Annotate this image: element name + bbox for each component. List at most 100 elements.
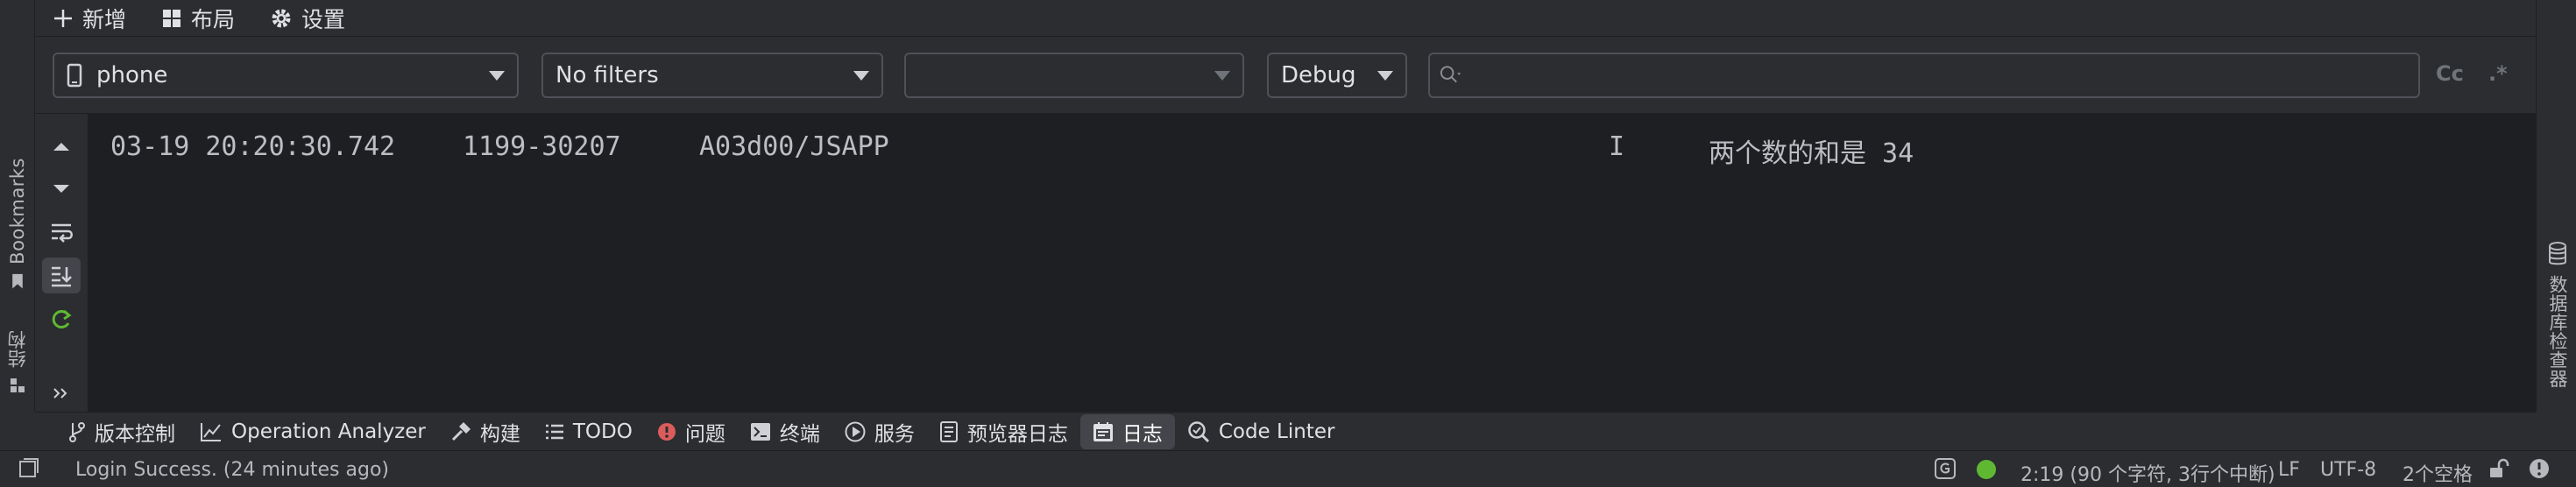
grammar-icon [1935,458,1956,479]
add-button[interactable]: 新增 [53,3,126,34]
tab-terminal[interactable]: 终端 [738,414,832,449]
log-message: 两个数的和是 34 [1709,138,1914,169]
log-icon [1093,421,1113,441]
database-inspector-tab[interactable]: 数据库检查器 [2544,242,2572,388]
chevron-down-icon [489,71,505,81]
branch-icon [69,421,85,442]
tab-label: 构建 [479,422,520,446]
match-case-toggle[interactable]: Cc [2436,61,2464,86]
hammer-icon [451,421,471,441]
settings-button[interactable]: 设置 [270,3,345,34]
database-inspector-label: 数据库检查器 [2547,275,2568,388]
cursor-position[interactable]: 2:19 (90 个字符, 3行个中断) [2020,459,2275,487]
log-level-value: Debug [1281,62,1356,88]
layout-grid-icon [163,9,181,27]
structure-icon [11,378,25,392]
process-select[interactable] [904,53,1244,98]
tool-windows-icon [19,458,39,477]
structure-tab-label: 结构 [7,330,28,368]
search-icon [1440,66,1461,83]
status-bar: Login Success. (24 minutes ago) 2:19 (90… [0,450,2576,487]
tab-label: Code Linter [1218,420,1335,443]
green-dot-icon [1977,460,1996,479]
log-pid-tid: 1199-30207 [463,131,621,162]
device-select-value: phone [96,62,168,88]
plus-icon [54,9,72,27]
tab-label: 日志 [1122,422,1163,446]
settings-button-label: 设置 [301,6,346,32]
chart-line-icon [201,422,221,441]
error-icon [657,422,676,441]
scroll-up-button[interactable] [42,128,81,164]
double-chevron-right-icon [53,388,67,399]
restart-logcat-button[interactable] [42,300,81,336]
scroll-down-button[interactable] [42,171,81,207]
log-side-toolbar [35,114,88,412]
chevron-down-icon [853,71,869,81]
tab-label: 问题 [684,422,725,446]
bookmarks-tab-label: Bookmarks [7,158,28,265]
list-icon [545,424,563,439]
more-tools-button[interactable] [42,376,81,412]
filter-preset-value: No filters [556,62,659,88]
tab-version-control[interactable]: 版本控制 [56,414,188,449]
scroll-to-end-icon [52,266,72,286]
tab-label: Operation Analyzer [231,420,426,443]
tab-services[interactable]: 服务 [832,414,927,449]
tab-log[interactable]: 日志 [1079,413,1175,449]
soft-wrap-icon [52,224,73,244]
tab-label: TODO [572,420,633,443]
document-icon [939,420,958,442]
filter-bar: phone No filters Debug Cc .* [35,37,2536,114]
tab-label: 版本控制 [95,422,175,446]
database-icon [2549,242,2566,265]
status-ok-indicator[interactable] [1977,460,1996,479]
chevron-down-icon [1214,71,1230,81]
scroll-to-end-button[interactable] [42,257,81,294]
tab-build[interactable]: 构建 [438,414,533,449]
right-tool-strip: 数据库检查器 [2536,0,2576,412]
search-input[interactable] [1472,62,2418,88]
play-icon [845,421,866,441]
log-line: 03-19 20:20:30.742 1199-30207 A03d00/JSA… [88,124,2536,169]
log-output[interactable]: 03-19 20:20:30.742 1199-30207 A03d00/JSA… [88,114,2536,412]
indent-setting[interactable]: 2个空格 [2403,459,2473,487]
gear-icon [272,9,291,27]
bookmarks-tab[interactable]: Bookmarks [4,158,32,289]
layout-button[interactable]: 布局 [161,3,235,34]
file-encoding[interactable]: UTF-8 [2320,459,2376,481]
arrow-down-icon [53,184,69,193]
status-message[interactable]: Login Success. (24 minutes ago) [75,459,389,481]
unlock-icon [2490,458,2509,477]
linter-icon [1188,420,1209,442]
readonly-toggle[interactable] [2488,458,2509,479]
structure-tab[interactable]: 结构 [4,315,32,394]
log-tag: A03d00/JSAPP [699,131,889,162]
tab-label: 终端 [779,422,820,446]
log-toolbar: 新增 布局 设置 [35,0,2536,37]
grazie-widget[interactable] [1935,458,1956,479]
log-level-select[interactable]: Debug [1267,53,1407,98]
device-select[interactable]: phone [53,53,519,98]
regex-toggle[interactable]: .* [2488,61,2508,86]
toggle-tool-windows-button[interactable] [19,458,39,477]
filter-preset-select[interactable]: No filters [541,53,883,98]
line-separator[interactable]: LF [2278,459,2300,481]
tool-window-tabs: 版本控制 Operation Analyzer 构建 TODO 问题 终端 服务… [35,412,2536,450]
tab-problems[interactable]: 问题 [645,414,738,449]
tab-todo[interactable]: TODO [533,414,645,449]
log-timestamp: 03-19 20:20:30.742 [110,131,396,162]
tab-code-linter[interactable]: Code Linter [1175,414,1348,449]
layout-button-label: 布局 [191,6,236,32]
add-button-label: 新增 [82,6,127,32]
log-level: I [1609,131,1625,162]
notifications-button[interactable] [2529,458,2550,479]
tab-label: 服务 [874,422,915,446]
tab-previewer-log[interactable]: 预览器日志 [927,414,1080,449]
phone-icon [67,63,82,88]
left-tool-strip: Bookmarks 结构 [0,0,35,412]
arrow-up-icon [53,142,69,151]
log-search-field[interactable] [1428,53,2420,98]
tab-operation-analyzer[interactable]: Operation Analyzer [188,414,438,449]
soft-wrap-button[interactable] [42,215,81,251]
